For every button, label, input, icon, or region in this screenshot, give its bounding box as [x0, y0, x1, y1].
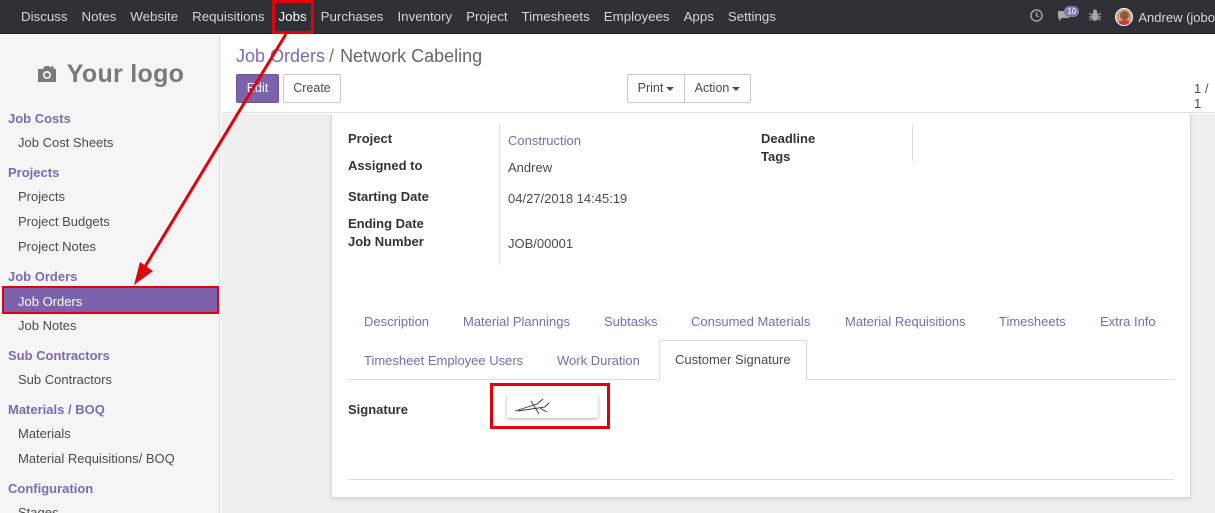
tab-subtasks[interactable]: Subtasks	[604, 314, 657, 329]
field-divider	[499, 125, 500, 265]
menu-apps[interactable]: Apps	[677, 0, 721, 34]
sidebar-item-job-cost-sheets[interactable]: Job Cost Sheets	[18, 135, 113, 150]
tab-consumed-materials[interactable]: Consumed Materials	[691, 314, 810, 329]
main-menu: Discuss Notes Website Requisitions Jobs …	[14, 0, 783, 34]
menu-settings[interactable]: Settings	[721, 0, 783, 34]
create-button[interactable]: Create	[283, 74, 341, 103]
starting-date-label: Starting Date	[348, 189, 429, 204]
sidebar-item-materials[interactable]: Materials	[18, 426, 71, 441]
control-panel: Job Orders / Network Cabeling Edit Create …	[221, 35, 1215, 113]
tab-customer-signature[interactable]: Customer Signature	[659, 340, 807, 380]
tab-work-duration[interactable]: Work Duration	[557, 353, 640, 368]
pager-value[interactable]: 1 / 1	[1194, 81, 1215, 111]
sidebar-item-job-orders[interactable]: Job Orders	[2, 286, 219, 314]
message-count-badge: 10	[1064, 5, 1080, 17]
sidebar-item-material-requisitions[interactable]: Material Requisitions/ BOQ	[18, 451, 175, 466]
record-title: Network Cabeling	[340, 46, 483, 66]
sidebar-item-project-notes[interactable]: Project Notes	[18, 239, 96, 254]
menu-jobs[interactable]: Jobs	[271, 0, 314, 34]
tab-timesheets[interactable]: Timesheets	[999, 314, 1066, 329]
print-label: Print	[637, 81, 664, 95]
menu-purchases[interactable]: Purchases	[314, 0, 391, 34]
sidebar-item-projects[interactable]: Projects	[18, 189, 65, 204]
section-projects: Projects	[8, 165, 60, 180]
signature-label: Signature	[348, 402, 408, 417]
form-view: Project Construction Assigned to Andrew …	[221, 114, 1215, 513]
project-value[interactable]: Construction	[508, 133, 581, 148]
user-menu[interactable]: Andrew (jobo	[1138, 10, 1215, 25]
sidebar-item-project-budgets[interactable]: Project Budgets	[18, 214, 110, 229]
breadcrumb: Job Orders / Network Cabeling	[236, 46, 482, 67]
section-job-orders: Job Orders	[8, 269, 78, 284]
field-divider	[912, 125, 913, 161]
tab-material-plannings[interactable]: Material Plannings	[463, 314, 570, 329]
sidebar: Your logo Job Costs Job Cost Sheets Proj…	[0, 35, 220, 513]
action-label: Action	[694, 81, 730, 95]
signature-image[interactable]	[507, 395, 598, 418]
menu-employees[interactable]: Employees	[597, 0, 677, 34]
clock-icon[interactable]	[1030, 9, 1044, 25]
user-avatar[interactable]	[1115, 8, 1134, 26]
top-navbar: Discuss Notes Website Requisitions Jobs …	[0, 0, 1215, 34]
breadcrumb-separator: /	[329, 46, 335, 66]
menu-requisitions[interactable]: Requisitions	[185, 0, 271, 34]
sidebar-item-stages[interactable]: Stages	[18, 505, 58, 513]
caret-down-icon	[666, 86, 675, 91]
sidebar-item-label: Job Orders	[18, 294, 83, 309]
edit-button[interactable]: Edit	[236, 74, 279, 103]
bug-icon[interactable]	[1089, 9, 1102, 25]
menu-project[interactable]: Project	[459, 0, 514, 34]
project-label: Project	[348, 131, 393, 146]
tab-description[interactable]: Description	[364, 314, 429, 329]
sidebar-item-job-notes[interactable]: Job Notes	[18, 318, 77, 333]
form-sheet: Project Construction Assigned to Andrew …	[331, 114, 1191, 498]
logo-text: Your logo	[66, 59, 185, 88]
tab-material-requisitions[interactable]: Material Requisitions	[845, 314, 966, 329]
job-number-value: JOB/00001	[508, 236, 574, 251]
tags-label: Tags	[761, 149, 791, 164]
ending-date-label: Ending Date	[348, 216, 424, 231]
menu-website[interactable]: Website	[123, 0, 185, 34]
section-materials-boq: Materials / BOQ	[8, 402, 105, 417]
assigned-to-value: Andrew	[508, 160, 553, 175]
form-bottom-line	[348, 479, 1174, 480]
camera-icon	[36, 65, 58, 83]
action-dropdown[interactable]: Action	[684, 74, 751, 103]
breadcrumb-job-orders[interactable]: Job Orders	[236, 46, 325, 66]
assigned-to-label: Assigned to	[348, 158, 423, 173]
tab-extra-info[interactable]: Extra Info	[1100, 314, 1156, 329]
print-dropdown[interactable]: Print	[627, 74, 685, 103]
company-logo: Your logo	[21, 50, 199, 98]
menu-timesheets[interactable]: Timesheets	[515, 0, 597, 34]
menu-inventory[interactable]: Inventory	[390, 0, 459, 34]
tab-timesheet-employee-users[interactable]: Timesheet Employee Users	[364, 353, 523, 368]
section-job-costs: Job Costs	[8, 111, 71, 126]
deadline-label: Deadline	[761, 131, 816, 146]
systray: 10 Andrew (jobo	[1030, 0, 1215, 34]
caret-down-icon	[732, 86, 741, 91]
section-sub-contractors: Sub Contractors	[8, 348, 110, 363]
signature-highlight	[490, 383, 610, 429]
chat-icon[interactable]: 10	[1057, 5, 1080, 25]
menu-discuss[interactable]: Discuss	[14, 0, 75, 34]
section-configuration: Configuration	[8, 481, 94, 496]
sidebar-item-sub-contractors[interactable]: Sub Contractors	[18, 372, 112, 387]
job-number-label: Job Number	[348, 234, 424, 249]
menu-notes[interactable]: Notes	[75, 0, 124, 34]
starting-date-value: 04/27/2018 14:45:19	[508, 191, 628, 206]
